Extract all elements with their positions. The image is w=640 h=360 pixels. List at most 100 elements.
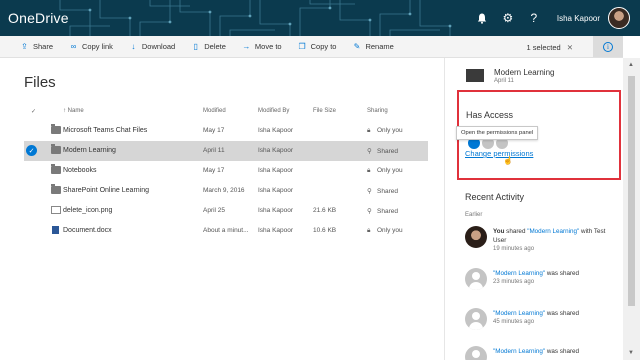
command-bar: ⇪ Share ∞ Copy link ↓ Download ▯ Delete → Mov… — [0, 36, 623, 58]
hand-cursor-icon: ☝ — [503, 156, 513, 165]
scroll-up-icon[interactable]: ▲ — [628, 62, 634, 68]
scrollbar-thumb[interactable] — [628, 76, 635, 306]
user-avatar[interactable] — [608, 7, 630, 29]
word-file-icon — [52, 226, 59, 234]
activity-link[interactable]: "Modern Learning" — [493, 348, 545, 355]
details-item-name: Modern Learning — [494, 68, 555, 77]
activity-time: 19 minutes ago — [493, 246, 535, 252]
column-header-file-size[interactable]: File Size — [313, 108, 336, 114]
table-row[interactable]: Document.docx About a minut... Isha Kapo… — [24, 221, 428, 241]
copy-icon: ❐ — [298, 42, 306, 51]
select-all-checkbox[interactable]: ✓ — [31, 108, 36, 115]
folder-icon — [51, 184, 61, 194]
move-icon: → — [242, 42, 251, 51]
avatar — [465, 226, 487, 248]
people-icon: ⚲ — [367, 148, 372, 155]
copy-link-button[interactable]: ∞ Copy link — [69, 42, 113, 51]
file-modified: April 25 — [203, 207, 226, 214]
file-sharing: ⚲ Shared — [367, 208, 398, 215]
file-sharing: 🔒︎ Only you — [367, 227, 403, 234]
activity-time: 45 minutes ago — [493, 319, 535, 325]
avatar — [465, 346, 487, 360]
people-icon: ⚲ — [367, 188, 372, 195]
lock-icon: 🔒︎ — [367, 167, 371, 174]
file-list: Files ✓ ↑ Name Modified Modified By File… — [0, 58, 445, 360]
activity-link[interactable]: "Modern Learning" — [493, 270, 545, 277]
earlier-label: Earlier — [465, 212, 483, 218]
file-modified: March 9, 2016 — [203, 187, 245, 194]
file-name[interactable]: delete_icon.png — [63, 207, 112, 214]
details-scrollbar[interactable]: ▲ ▼ — [623, 58, 640, 360]
checkmark-icon[interactable]: ✓ — [26, 145, 37, 156]
help-icon[interactable]: ? — [521, 0, 547, 36]
activity-time: 23 minutes ago — [493, 279, 535, 285]
lock-icon: 🔒︎ — [367, 227, 371, 234]
activity-link[interactable]: "Modern Learning" — [527, 228, 579, 235]
column-header-modified-by[interactable]: Modified By — [258, 108, 289, 114]
tooltip: Open the permissions panel — [456, 126, 539, 140]
column-header-name[interactable]: ↑ Name — [63, 108, 84, 114]
details-item-date: April 11 — [494, 78, 514, 84]
column-header-modified[interactable]: Modified — [203, 108, 226, 114]
table-row[interactable]: Notebooks May 17 Isha Kapoor 🔒︎ Only you — [24, 161, 428, 181]
table-row[interactable]: delete_icon.png April 25 Isha Kapoor 21.… — [24, 201, 428, 221]
details-pane-button[interactable]: i — [593, 36, 623, 57]
has-access-heading: Has Access — [466, 110, 514, 120]
rename-icon: ✎ — [353, 42, 361, 51]
file-name[interactable]: Modern Learning — [63, 147, 116, 154]
download-icon: ↓ — [131, 42, 136, 51]
app-brand[interactable]: OneDrive — [8, 10, 69, 26]
folder-icon — [466, 69, 484, 82]
column-header-sharing[interactable]: Sharing — [367, 108, 388, 114]
rename-button[interactable]: ✎ Rename — [352, 42, 394, 51]
scroll-down-icon[interactable]: ▼ — [628, 350, 634, 356]
avatar — [465, 268, 487, 290]
close-icon[interactable]: ✕ — [567, 43, 573, 52]
move-to-button[interactable]: → Move to — [242, 42, 281, 51]
file-sharing: ⚲ Shared — [367, 188, 398, 195]
page-title: Files — [24, 74, 56, 91]
user-name[interactable]: Isha Kapoor — [557, 14, 600, 23]
file-name[interactable]: Document.docx — [63, 227, 112, 234]
file-modified: About a minut... — [203, 227, 249, 234]
link-icon: ∞ — [70, 42, 77, 51]
file-name[interactable]: SharePoint Online Learning — [63, 187, 149, 194]
file-name[interactable]: Microsoft Teams Chat Files — [63, 127, 147, 134]
folder-icon — [51, 124, 61, 134]
share-icon: ⇪ — [21, 42, 28, 51]
delete-button[interactable]: ▯ Delete — [191, 42, 226, 51]
download-button[interactable]: ↓ Download — [129, 42, 175, 51]
file-sharing: 🔒︎ Only you — [367, 127, 403, 134]
folder-icon — [51, 144, 61, 154]
copy-to-button[interactable]: ❐ Copy to — [298, 42, 337, 51]
file-size: 21.6 KB — [313, 207, 337, 214]
change-permissions-link[interactable]: Change permissions — [465, 149, 533, 158]
file-sharing: 🔒︎ Only you — [367, 167, 403, 174]
folder-icon — [51, 164, 61, 174]
bell-icon[interactable] — [469, 0, 495, 36]
gear-icon[interactable]: ⚙ — [495, 0, 521, 36]
table-row[interactable]: SharePoint Online Learning March 9, 2016… — [24, 181, 428, 201]
file-name[interactable]: Notebooks — [63, 167, 96, 174]
table-row[interactable]: Microsoft Teams Chat Files May 17 Isha K… — [24, 121, 428, 141]
file-modified: May 17 — [203, 127, 225, 134]
table-row[interactable]: ✓ Modern Learning April 11 Isha Kapoor ⚲… — [24, 141, 428, 161]
recent-activity-heading: Recent Activity — [465, 192, 525, 202]
file-modified-by: Isha Kapoor — [258, 127, 294, 134]
file-modified: May 17 — [203, 167, 225, 174]
file-modified-by: Isha Kapoor — [258, 147, 294, 154]
details-pane: Modern Learning April 11 Has Access Open… — [456, 58, 623, 360]
info-icon: i — [603, 41, 613, 52]
share-button[interactable]: ⇪ Share — [20, 42, 53, 51]
top-header: OneDrive ⚙ ? Isha Kapoor — [0, 0, 640, 36]
trash-icon: ▯ — [193, 42, 198, 51]
file-size: 10.6 KB — [313, 227, 337, 234]
file-modified: April 11 — [203, 147, 225, 154]
selection-count[interactable]: 1 selected ✕ — [527, 43, 574, 52]
file-modified-by: Isha Kapoor — [258, 227, 294, 234]
file-modified-by: Isha Kapoor — [258, 207, 294, 214]
lock-icon: 🔒︎ — [367, 127, 371, 134]
file-modified-by: Isha Kapoor — [258, 167, 294, 174]
image-file-icon — [51, 206, 61, 214]
activity-link[interactable]: "Modern Learning" — [493, 310, 545, 317]
